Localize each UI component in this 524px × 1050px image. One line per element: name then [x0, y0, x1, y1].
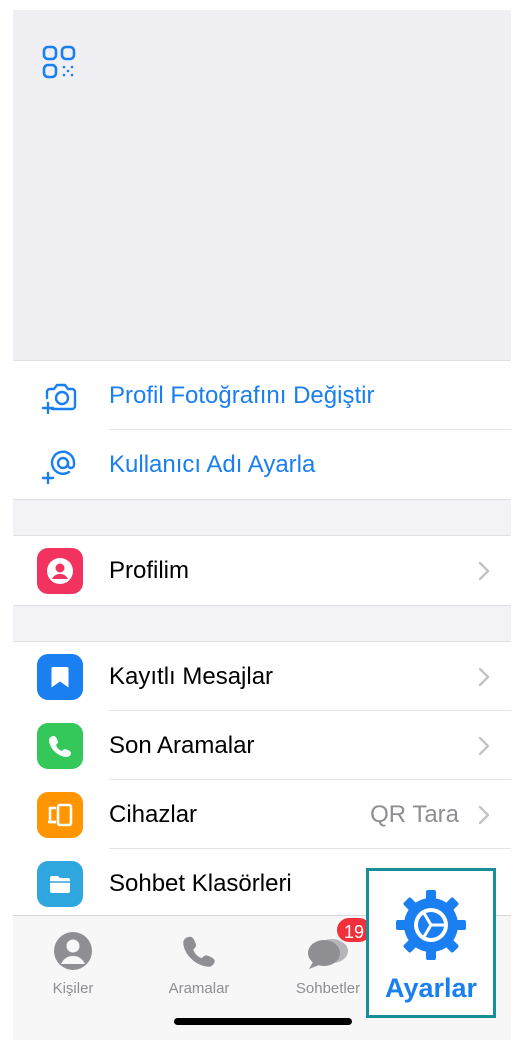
change-profile-photo-label: Profil Fotoğrafını Değiştir: [109, 381, 375, 409]
tab-calls-label: Aramalar: [168, 980, 230, 997]
profile-actions-group: Profil Fotoğrafını Değiştir Kullanıcı Ad…: [13, 360, 511, 500]
recent-calls-icon-wrap: [37, 722, 83, 769]
tab-settings-label: Ayarlar: [384, 973, 478, 1003]
scan-qr-detail[interactable]: QR Tara: [370, 801, 459, 829]
folder-icon: [37, 860, 83, 907]
devices-icon-wrap: [37, 791, 83, 838]
camera-add-icon: [37, 373, 83, 419]
person-icon: [37, 547, 83, 594]
chat-folders-label: Sohbet Klasörleri: [109, 869, 292, 897]
qr-code-icon[interactable]: [41, 44, 77, 80]
devices-row[interactable]: Cihazlar QR Tara: [13, 780, 511, 849]
gear-icon: [391, 885, 471, 965]
saved-messages-icon-wrap: [37, 653, 83, 700]
recent-calls-row[interactable]: Son Aramalar: [13, 711, 511, 780]
my-profile-group: Profilim: [13, 535, 511, 606]
chevron-right-icon: [478, 561, 490, 580]
tab-contacts[interactable]: Kişiler: [37, 916, 109, 1006]
recent-calls-label: Son Aramalar: [109, 731, 255, 759]
devices-icon: [37, 791, 83, 838]
phone-icon: [37, 722, 83, 769]
profile-header: [13, 10, 511, 360]
person-circle-icon: [50, 928, 96, 974]
set-username-button[interactable]: Kullanıcı Adı Ayarla: [13, 430, 511, 499]
my-profile-row[interactable]: Profilim: [13, 536, 511, 605]
chevron-right-icon: [478, 736, 490, 755]
saved-messages-row[interactable]: Kayıtlı Mesajlar: [13, 642, 511, 711]
tab-chats-label: Sohbetler: [295, 980, 361, 997]
change-profile-photo-button[interactable]: Profil Fotoğrafını Değiştir: [13, 361, 511, 430]
home-indicator: [174, 1018, 352, 1025]
my-profile-label: Profilim: [109, 556, 190, 584]
at-sign-add-icon: [37, 442, 83, 488]
bookmark-icon: [37, 653, 83, 700]
chevron-right-icon: [478, 805, 490, 824]
set-username-label: Kullanıcı Adı Ayarla: [109, 450, 316, 478]
tab-calls[interactable]: Aramalar: [159, 916, 239, 1006]
chat-folders-icon-wrap: [37, 860, 83, 907]
my-profile-icon-wrap: [37, 547, 83, 594]
chat-bubbles-icon: 19: [305, 916, 373, 974]
saved-messages-label: Kayıtlı Mesajlar: [109, 662, 274, 690]
phone-icon: [176, 928, 222, 974]
tab-chats[interactable]: 19 Sohbetler: [283, 916, 373, 1006]
tab-settings[interactable]: Ayarlar: [366, 868, 496, 1018]
chevron-right-icon: [478, 667, 490, 686]
tab-contacts-label: Kişiler: [52, 980, 94, 997]
devices-label: Cihazlar: [109, 800, 198, 828]
